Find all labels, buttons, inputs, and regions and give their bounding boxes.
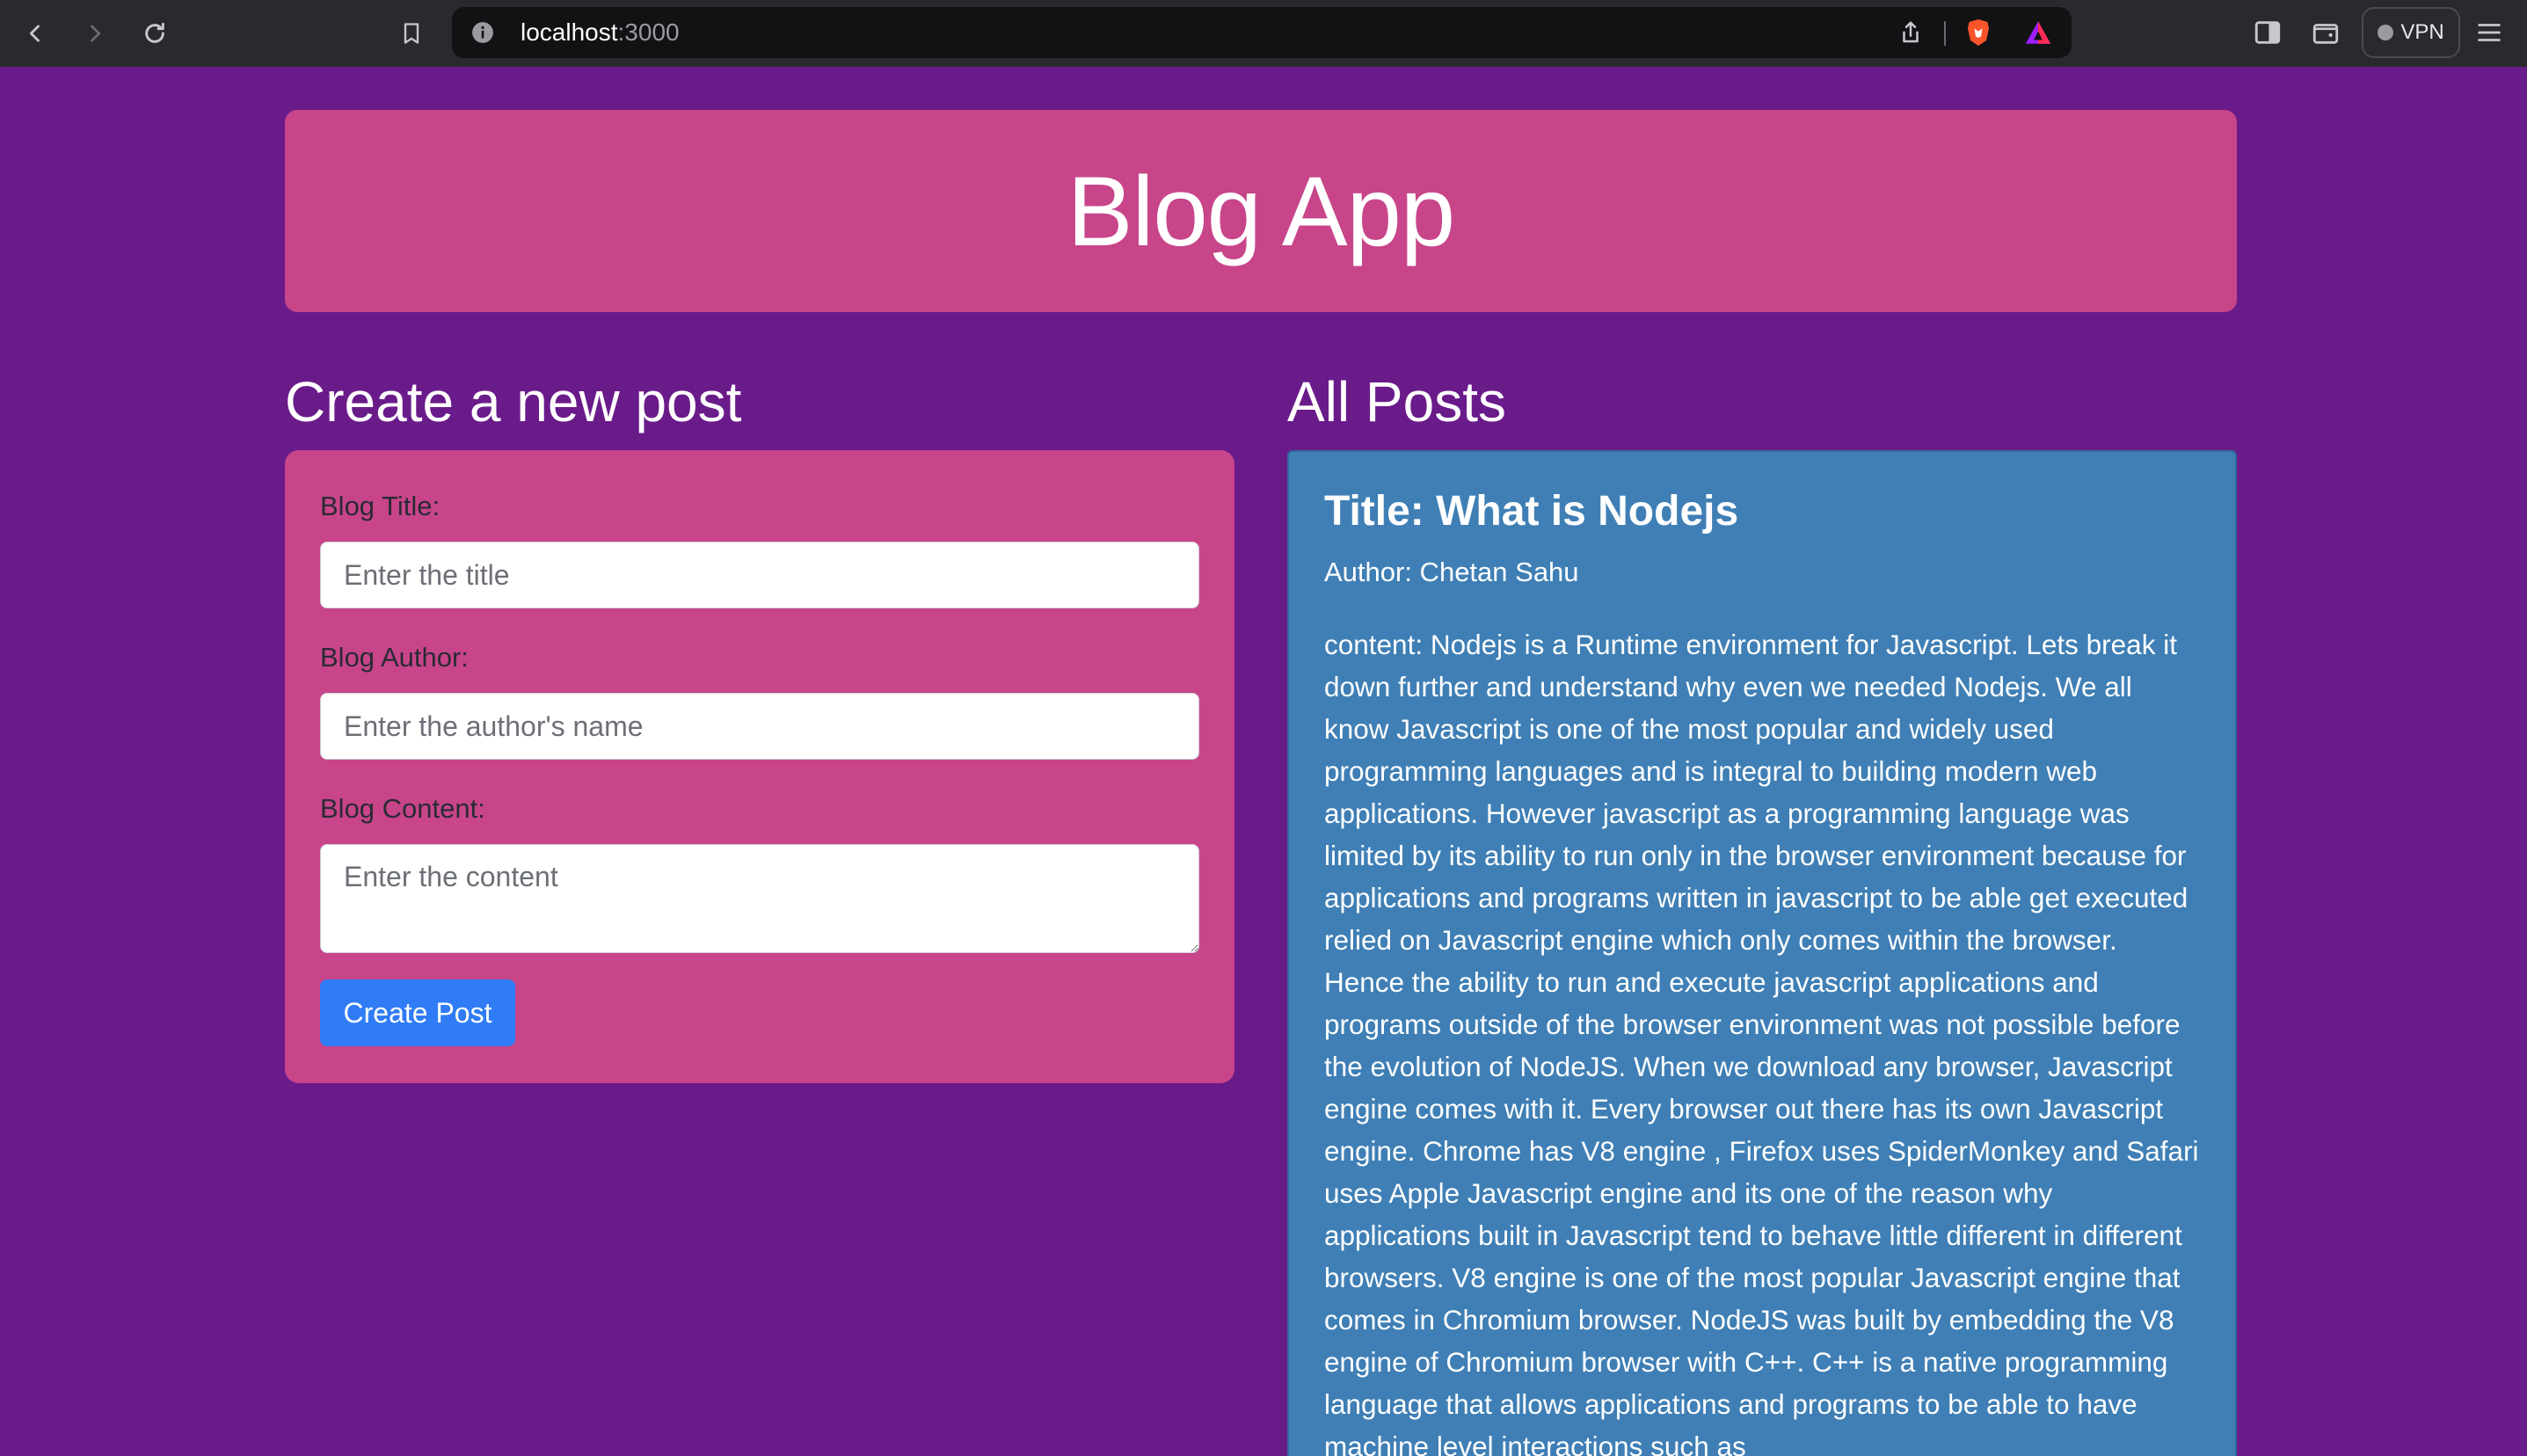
blog-title-label: Blog Title: (320, 491, 441, 521)
brave-rewards-icon[interactable] (2022, 18, 2054, 47)
info-icon (472, 22, 493, 43)
create-post-form: Blog Title: Blog Author: Blog Content: C… (285, 450, 1234, 1083)
chevron-right-icon (91, 25, 101, 42)
address-bar[interactable]: localhost:3000 (452, 7, 2072, 58)
app-header: Blog App (285, 110, 2237, 312)
back-button[interactable] (14, 12, 56, 55)
blog-title-input[interactable] (320, 542, 1199, 608)
app-title: Blog App (1067, 156, 1455, 266)
create-post-button[interactable]: Create Post (320, 979, 515, 1046)
forward-button[interactable] (74, 12, 116, 55)
vpn-label: VPN (2400, 20, 2444, 44)
post-content: content: Nodejs is a Runtime environment… (1324, 629, 2199, 1456)
post-card: Title: What is Nodejs Author: Chetan Sah… (1287, 450, 2237, 1456)
sidebar-toggle-icon[interactable] (2253, 18, 2283, 47)
vpn-status-icon (2378, 25, 2394, 40)
brave-shield-icon[interactable] (1963, 16, 1994, 49)
url-text: localhost:3000 (521, 18, 680, 47)
wallet-icon[interactable] (2311, 18, 2341, 47)
url-divider (1944, 21, 1946, 46)
reload-icon (145, 22, 164, 43)
post-title: Title: What is Nodejs (1324, 488, 1739, 535)
blog-content-textarea[interactable] (320, 844, 1199, 953)
bookmark-icon (404, 23, 419, 44)
chevron-left-icon (29, 25, 40, 42)
menu-icon[interactable] (2474, 18, 2504, 47)
blog-content-label: Blog Content: (320, 793, 485, 824)
create-post-heading: Create a new post (285, 370, 742, 433)
browser-toolbar: localhost:3000 VPN (0, 0, 2527, 67)
post-author: Author: Chetan Sahu (1324, 557, 1579, 587)
reload-button[interactable] (134, 12, 176, 55)
blog-author-input[interactable] (320, 693, 1199, 760)
bookmark-button[interactable] (390, 12, 433, 55)
all-posts-heading: All Posts (1287, 370, 1506, 433)
url-host: localhost (521, 18, 618, 46)
vpn-button[interactable]: VPN (2362, 7, 2460, 58)
share-icon[interactable] (1897, 19, 1924, 46)
blog-author-label: Blog Author: (320, 642, 469, 673)
url-port: :3000 (617, 18, 680, 46)
